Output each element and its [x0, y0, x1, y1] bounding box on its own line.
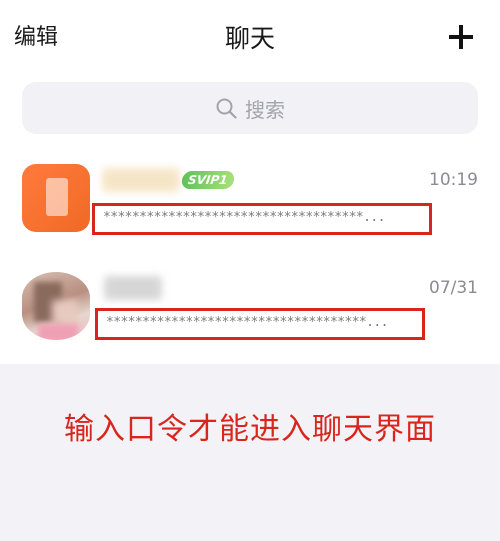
- search-content: 搜索: [22, 82, 478, 134]
- message-preview: ************************************...: [106, 315, 388, 330]
- chat-list-item[interactable]: SVIP1 10:19 ****************************…: [0, 158, 500, 258]
- message-time: 10:19: [429, 170, 478, 190]
- avatar: [22, 272, 90, 340]
- page-title: 聊天: [224, 24, 275, 53]
- search-placeholder: 搜索: [245, 97, 285, 122]
- avatar-photo-part: [52, 300, 78, 326]
- message-preview-highlight: ************************************...: [95, 308, 425, 340]
- contact-name-blurred: [104, 276, 162, 300]
- contact-name-blurred: [102, 168, 180, 192]
- message-preview-highlight: ************************************...: [92, 203, 432, 235]
- chat-list-item[interactable]: 07/31 **********************************…: [0, 266, 500, 366]
- plus-icon[interactable]: [448, 24, 474, 50]
- svip-badge: SVIP1: [180, 171, 235, 189]
- header: 编辑 聊天: [0, 0, 500, 78]
- message-time: 07/31: [429, 278, 478, 298]
- search-icon: [216, 98, 237, 119]
- password-notice: 输入口令才能进入聊天界面: [64, 412, 436, 447]
- message-preview: ************************************...: [103, 210, 385, 225]
- chat-list-screen: 编辑 聊天 搜索 SVIP1 10:19 *******************…: [0, 0, 500, 541]
- avatar: [22, 164, 90, 232]
- search-bar[interactable]: 搜索: [22, 82, 478, 134]
- app-logo-icon: [46, 178, 68, 216]
- empty-area: 输入口令才能进入聊天界面: [0, 364, 500, 541]
- avatar-photo-part: [38, 324, 78, 340]
